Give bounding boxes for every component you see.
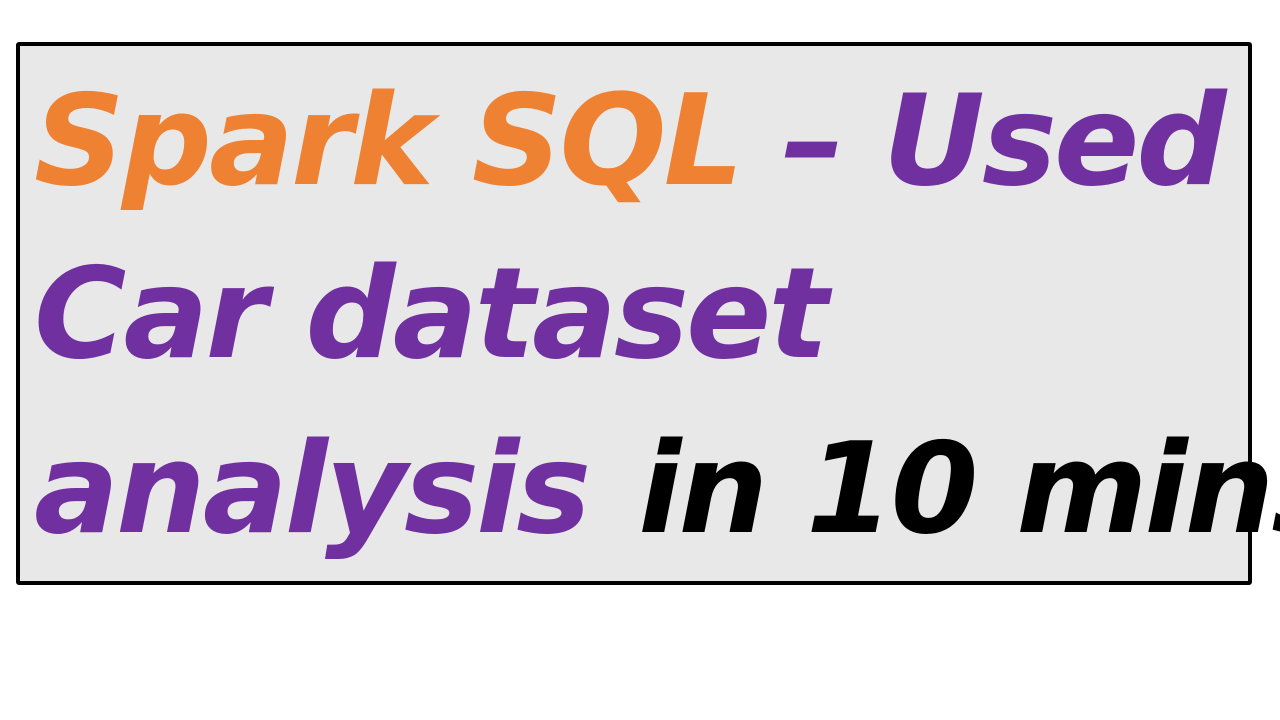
title-line-3: analysis in 10 mins: [34, 426, 1280, 552]
title-used: – Used: [740, 67, 1227, 214]
title-spark-sql: Spark SQL: [34, 67, 744, 214]
title-line-2: Car dataset: [34, 251, 829, 377]
title-analysis: analysis: [34, 415, 591, 562]
title-card: Spark SQL – Used Car dataset analysis in …: [16, 42, 1280, 585]
title-car-dataset: Car dataset: [34, 240, 829, 387]
title-line-1: Spark SQL – Used: [34, 78, 1227, 204]
title-in-10-mins: in 10 mins: [638, 415, 1280, 562]
